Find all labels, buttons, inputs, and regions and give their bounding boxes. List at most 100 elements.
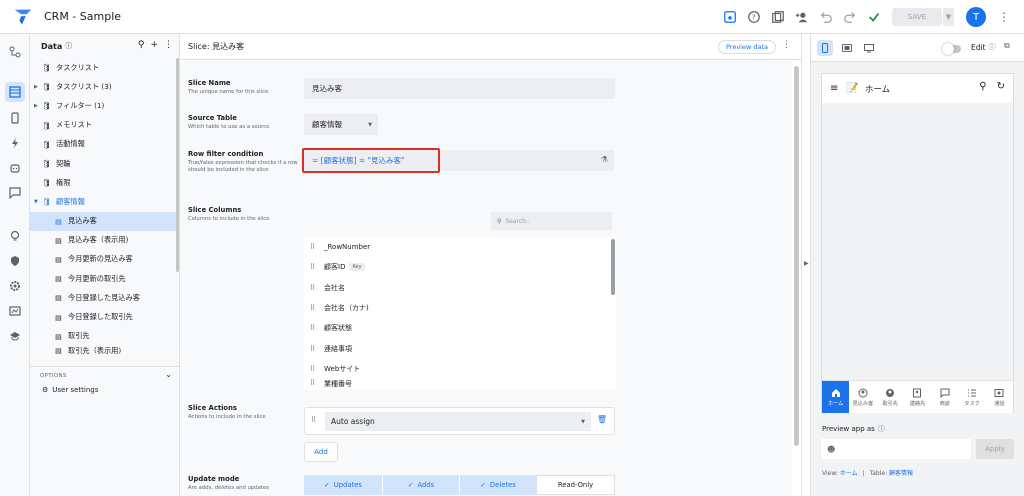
help-icon[interactable]: ? bbox=[742, 5, 766, 29]
nav-deals[interactable]: 商談 bbox=[931, 381, 958, 413]
data-icon[interactable] bbox=[5, 82, 25, 102]
data-list-scrollbar[interactable] bbox=[176, 58, 179, 272]
views-icon[interactable] bbox=[7, 110, 23, 126]
slice-item[interactable]: ▤ 今月更新の取引先 bbox=[30, 269, 180, 288]
nav-tasks[interactable]: タスク bbox=[958, 381, 985, 413]
redo-icon[interactable] bbox=[838, 5, 862, 29]
more-vert-icon[interactable]: ⋮ bbox=[992, 5, 1016, 29]
mobile-device-icon[interactable] bbox=[817, 40, 833, 56]
column-list-scrollbar[interactable] bbox=[611, 239, 615, 295]
column-row[interactable]: ⠿ Webサイト bbox=[304, 359, 616, 379]
column-row[interactable]: ⠿ _RowNumber bbox=[304, 237, 616, 257]
slice-item[interactable]: ▤ 取引先 bbox=[30, 327, 180, 346]
source-table-select[interactable]: 顧客情報 ▼ bbox=[304, 114, 378, 135]
add-action-button[interactable]: Add bbox=[304, 442, 338, 462]
more-vert-icon[interactable]: ⋮ bbox=[164, 40, 173, 50]
column-row[interactable]: ⠿ 会社名（カナ) bbox=[304, 298, 616, 318]
flow-icon[interactable] bbox=[7, 44, 23, 60]
share-user-icon[interactable] bbox=[790, 5, 814, 29]
preview-data-button[interactable]: Preview data bbox=[717, 40, 776, 54]
column-row[interactable]: ⠿ 会社名 bbox=[304, 278, 616, 298]
menu-icon[interactable]: ≡ bbox=[830, 83, 838, 94]
actions-bolt-icon[interactable] bbox=[7, 135, 23, 151]
desktop-device-icon[interactable] bbox=[861, 40, 877, 56]
user-settings-item[interactable]: ⚙ User settings bbox=[30, 379, 180, 394]
save-button[interactable]: SAVE bbox=[892, 8, 942, 26]
caret-right-icon[interactable]: ▶ bbox=[34, 103, 38, 109]
column-search-input[interactable]: ⚲ Search.. bbox=[491, 212, 612, 230]
edit-mode-toggle[interactable] bbox=[942, 43, 961, 55]
add-icon[interactable]: + bbox=[150, 40, 158, 50]
table-item[interactable]: 🛢 メモリスト bbox=[30, 116, 180, 135]
editor-scrollbar[interactable] bbox=[794, 66, 799, 446]
footer-view-link[interactable]: ホーム bbox=[840, 470, 858, 477]
slice-item[interactable]: ▤ 今日登録した見込み客 bbox=[30, 288, 180, 307]
action-select[interactable]: Auto assign ▼ bbox=[325, 412, 591, 431]
caret-right-icon[interactable]: ▶ bbox=[804, 260, 809, 267]
column-row[interactable]: ⠿ 業種番号 bbox=[304, 379, 616, 389]
copy-icon[interactable] bbox=[766, 5, 790, 29]
delete-trash-icon[interactable]: 🗑 bbox=[597, 415, 607, 424]
column-row[interactable]: ⠿ 顧客状態 bbox=[304, 318, 616, 338]
panel-divider[interactable]: ▶ bbox=[801, 34, 811, 496]
flask-test-icon[interactable]: ⚗ bbox=[601, 155, 608, 164]
footer-table-link[interactable]: 顧客情報 bbox=[889, 470, 913, 477]
chat-icon[interactable] bbox=[7, 185, 23, 201]
drag-handle-icon[interactable]: ⠿ bbox=[310, 304, 316, 312]
caret-down-icon[interactable]: ▼ bbox=[34, 199, 38, 205]
idea-bulb-icon[interactable] bbox=[7, 228, 23, 244]
undo-icon[interactable] bbox=[814, 5, 838, 29]
tablet-device-icon[interactable] bbox=[839, 40, 855, 56]
search-icon[interactable]: ⚲ bbox=[138, 40, 145, 50]
mode-updates-toggle[interactable]: ✓ Updates bbox=[304, 475, 382, 495]
nav-calls[interactable]: 通話 bbox=[986, 381, 1013, 413]
apply-button[interactable]: Apply bbox=[976, 439, 1014, 459]
table-item[interactable]: ▶ 🛢 タスクリスト (3) bbox=[30, 77, 180, 96]
table-item[interactable]: ▶ 🛢 フィルター (1) bbox=[30, 96, 180, 115]
slice-item[interactable]: ▤ 取引先（表示用) bbox=[30, 346, 180, 356]
drag-handle-icon[interactable]: ⠿ bbox=[310, 345, 316, 353]
table-item[interactable]: 🛢 契輪 bbox=[30, 154, 180, 173]
refresh-icon[interactable]: ↻ bbox=[997, 81, 1005, 92]
column-row[interactable]: ⠿ 顧客ID Key bbox=[304, 257, 616, 277]
drag-handle-icon[interactable]: ⠿ bbox=[310, 243, 316, 251]
column-row[interactable]: ⠿ 連絡事項 bbox=[304, 338, 616, 358]
caret-right-icon[interactable]: ▶ bbox=[34, 84, 38, 90]
column-name: 会社名 bbox=[324, 283, 345, 292]
chevron-down-icon[interactable]: ⌄ bbox=[165, 370, 172, 379]
open-external-icon[interactable]: ⧉ bbox=[1004, 41, 1010, 51]
drag-handle-icon[interactable]: ⠿ bbox=[310, 324, 316, 332]
mode-adds-toggle[interactable]: ✓ Adds bbox=[382, 475, 459, 495]
mode-readonly-toggle[interactable]: Read-Only bbox=[536, 475, 615, 495]
more-vert-icon[interactable]: ⋮ bbox=[782, 40, 791, 50]
settings-gear-icon[interactable] bbox=[7, 278, 23, 294]
table-item[interactable]: 🛢 活動情報 bbox=[30, 135, 180, 154]
mode-deletes-toggle[interactable]: ✓ Deletes bbox=[459, 475, 536, 495]
search-icon[interactable]: ⚲ bbox=[979, 81, 986, 92]
monitor-chart-icon[interactable] bbox=[7, 303, 23, 319]
nav-accounts[interactable]: 取引先 bbox=[877, 381, 904, 413]
security-shield-icon[interactable] bbox=[7, 253, 23, 269]
preview-mode-icon[interactable] bbox=[718, 5, 742, 29]
slice-name-input[interactable]: 見込み客 bbox=[304, 78, 615, 99]
table-item[interactable]: 🛢 タスクリスト bbox=[30, 58, 180, 77]
slice-item[interactable]: ▤ 見込み客（表示用) bbox=[30, 231, 180, 250]
nav-home[interactable]: ホーム bbox=[822, 381, 850, 413]
automation-icon[interactable] bbox=[7, 160, 23, 176]
drag-handle-icon[interactable]: ⠿ bbox=[311, 416, 317, 424]
avatar[interactable]: T bbox=[966, 7, 986, 27]
learn-cap-icon[interactable] bbox=[7, 328, 23, 344]
save-options-chevron-icon[interactable]: ▼ bbox=[942, 8, 954, 26]
table-item[interactable]: 🛢 権限 bbox=[30, 173, 180, 192]
slice-item[interactable]: ▤ 今月更新の見込み客 bbox=[30, 250, 180, 269]
drag-handle-icon[interactable]: ⠿ bbox=[310, 365, 316, 373]
drag-handle-icon[interactable]: ⠿ bbox=[310, 379, 316, 387]
preview-as-input[interactable]: ☻ bbox=[821, 439, 971, 459]
drag-handle-icon[interactable]: ⠿ bbox=[310, 263, 316, 271]
table-item-expanded[interactable]: ▼ 🛢 顧客情報 bbox=[30, 192, 180, 211]
slice-item-selected[interactable]: ▤ 見込み客 bbox=[30, 211, 180, 231]
nav-leads[interactable]: 見込み客 bbox=[849, 381, 876, 413]
nav-contacts[interactable]: 連絡先 bbox=[904, 381, 931, 413]
drag-handle-icon[interactable]: ⠿ bbox=[310, 284, 316, 292]
slice-item[interactable]: ▤ 今日登録した取引先 bbox=[30, 307, 180, 326]
